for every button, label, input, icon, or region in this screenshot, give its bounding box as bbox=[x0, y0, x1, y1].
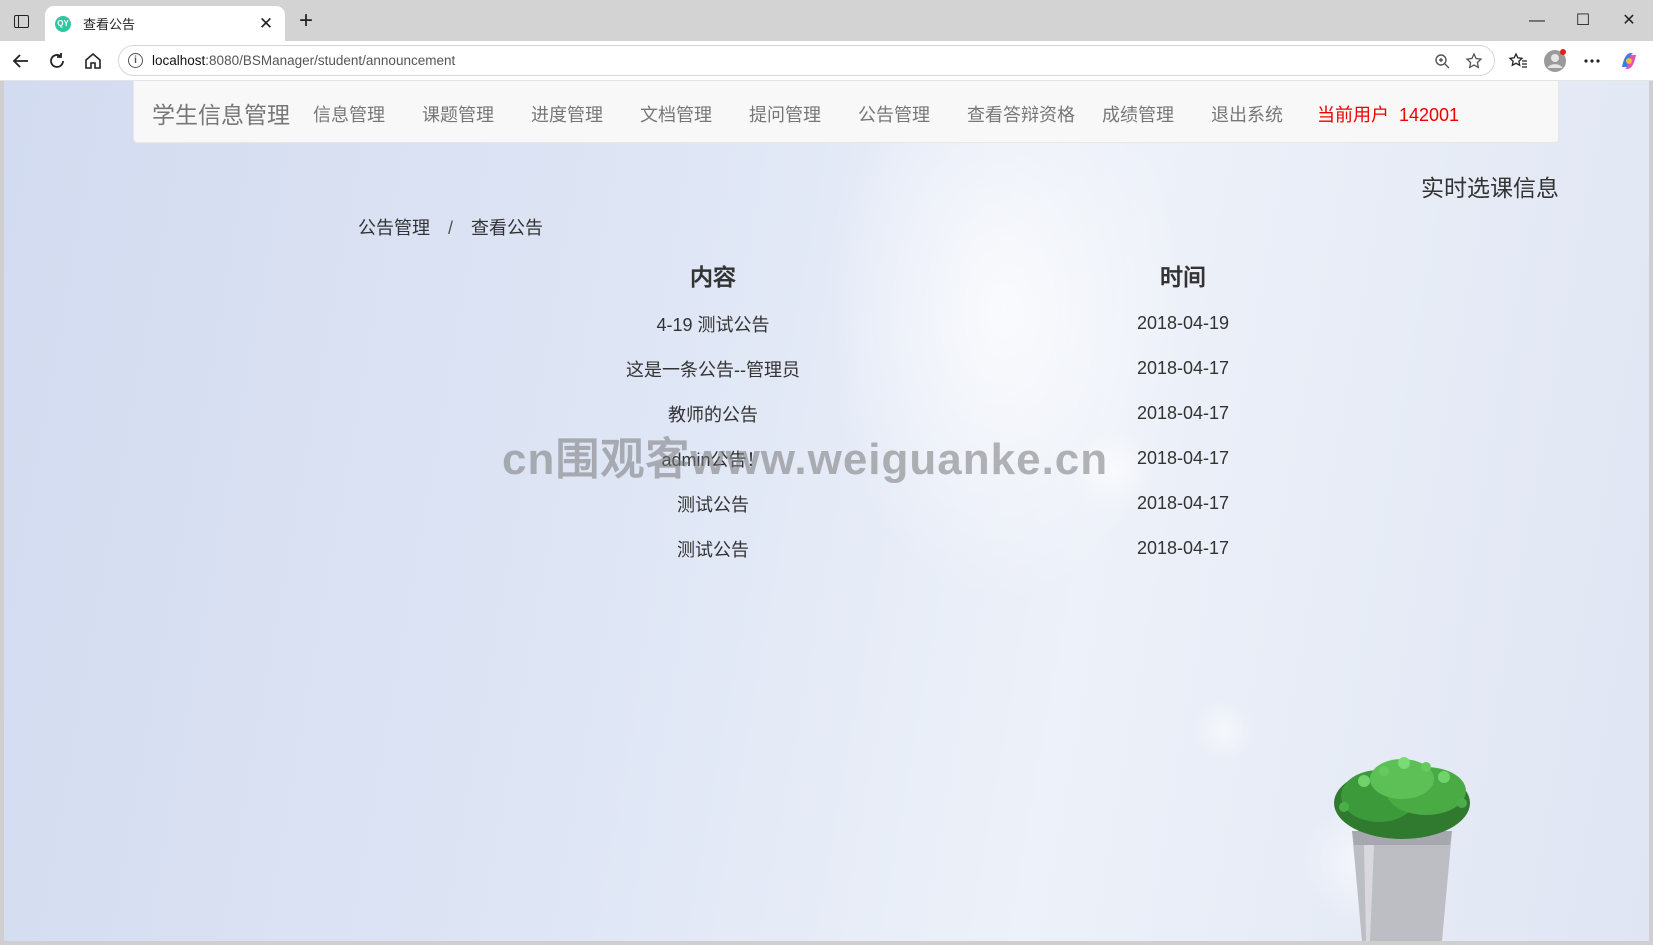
nav-item-documents[interactable]: 文档管理 bbox=[640, 101, 712, 127]
nav-item-topic[interactable]: 课题管理 bbox=[422, 101, 494, 127]
table-row: 测试公告 2018-04-17 bbox=[478, 481, 1418, 526]
page-content: 学生信息管理 信息管理 课题管理 进度管理 文档管理 提问管理 公告管理 查看答… bbox=[4, 81, 1649, 941]
breadcrumb-separator: / bbox=[448, 218, 454, 238]
zoom-icon[interactable] bbox=[1430, 49, 1454, 73]
watermark: cn围观客www.weiguanke.cn bbox=[502, 435, 1109, 484]
tab-actions-icon[interactable] bbox=[10, 10, 32, 32]
announcement-time: 2018-04-17 bbox=[1136, 358, 1230, 378]
nav-item-questions[interactable]: 提问管理 bbox=[749, 101, 821, 127]
breadcrumb-current: 查看公告 bbox=[471, 218, 544, 238]
url-text[interactable]: localhost:8080/BSManager/student/announc… bbox=[152, 53, 455, 68]
table-header-row: 内容 时间 bbox=[478, 249, 1418, 301]
minimize-icon[interactable]: — bbox=[1522, 8, 1552, 34]
site-info-icon[interactable]: i bbox=[128, 53, 143, 68]
address-bar[interactable]: i localhost:8080/BSManager/student/annou… bbox=[118, 45, 1495, 76]
favorites-icon[interactable] bbox=[1503, 47, 1533, 75]
announcement-content: 测试公告 bbox=[677, 539, 749, 560]
top-navbar: 学生信息管理 信息管理 课题管理 进度管理 文档管理 提问管理 公告管理 查看答… bbox=[133, 81, 1559, 143]
tab-close-icon[interactable]: ✕ bbox=[257, 14, 275, 34]
more-menu-icon[interactable] bbox=[1577, 47, 1607, 75]
announcement-time: 2018-04-17 bbox=[1136, 403, 1230, 423]
column-header-time: 时间 bbox=[1160, 264, 1206, 290]
new-tab-icon[interactable]: + bbox=[293, 8, 319, 34]
announcement-time: 2018-04-17 bbox=[1136, 493, 1230, 513]
announcement-time: 2018-04-19 bbox=[1136, 313, 1230, 333]
home-icon[interactable] bbox=[79, 47, 107, 75]
profile-avatar-icon[interactable] bbox=[1540, 47, 1570, 75]
back-icon[interactable] bbox=[7, 47, 35, 75]
announcement-time: 2018-04-17 bbox=[1136, 538, 1230, 558]
current-user: 当前用户 142001 bbox=[1317, 101, 1459, 127]
nav-item-info[interactable]: 信息管理 bbox=[313, 101, 385, 127]
tab-title: 查看公告 bbox=[83, 17, 136, 32]
copilot-icon[interactable] bbox=[1614, 47, 1644, 75]
favorite-star-icon[interactable] bbox=[1462, 49, 1486, 73]
browser-tabbar: QY 查看公告 ✕ + — ☐ ✕ bbox=[0, 0, 1653, 41]
nav-item-progress[interactable]: 进度管理 bbox=[531, 101, 603, 127]
potted-plant-image bbox=[1304, 741, 1504, 941]
current-user-label: 当前用户 bbox=[1317, 105, 1389, 125]
nav-item-defense-eligibility[interactable]: 查看答辩资格 bbox=[967, 101, 1075, 127]
table-row: 4-19 测试公告 2018-04-19 bbox=[478, 301, 1418, 346]
brand-title[interactable]: 学生信息管理 bbox=[152, 96, 290, 130]
current-user-id: 142001 bbox=[1399, 105, 1460, 125]
announcement-table: 内容 时间 4-19 测试公告 2018-04-19 这是一条公告--管理员 2… bbox=[478, 249, 1418, 571]
side-panel-title: 实时选课信息 bbox=[1421, 175, 1559, 201]
browser-tab-active[interactable]: QY 查看公告 ✕ bbox=[45, 6, 285, 41]
announcement-content: 这是一条公告--管理员 bbox=[626, 359, 800, 380]
nav-item-grades[interactable]: 成绩管理 bbox=[1102, 101, 1174, 127]
reload-icon[interactable] bbox=[43, 47, 71, 75]
table-row: 测试公告 2018-04-17 bbox=[478, 526, 1418, 571]
maximize-icon[interactable]: ☐ bbox=[1568, 8, 1598, 34]
breadcrumb-parent[interactable]: 公告管理 bbox=[358, 218, 430, 238]
column-header-content: 内容 bbox=[690, 264, 736, 290]
announcement-content: 4-19 测试公告 bbox=[656, 314, 770, 335]
table-row: 这是一条公告--管理员 2018-04-17 bbox=[478, 346, 1418, 391]
window-close-icon[interactable]: ✕ bbox=[1614, 8, 1644, 34]
announcement-content: 测试公告 bbox=[677, 494, 749, 515]
window-edge bbox=[1649, 81, 1653, 941]
nav-item-logout[interactable]: 退出系统 bbox=[1211, 101, 1283, 127]
site-favicon-icon: QY bbox=[55, 15, 71, 32]
nav-item-announcements[interactable]: 公告管理 bbox=[858, 101, 930, 127]
browser-toolbar: i localhost:8080/BSManager/student/annou… bbox=[0, 41, 1653, 81]
breadcrumb: 公告管理 / 查看公告 bbox=[358, 214, 543, 240]
